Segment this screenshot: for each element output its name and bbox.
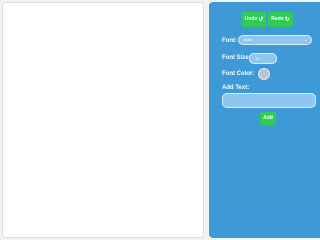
font-label: Font: bbox=[222, 38, 237, 44]
font-color-label: Font Color: bbox=[222, 71, 255, 77]
redo-icon: ↻ bbox=[284, 16, 290, 23]
font-size-label: Font Size: bbox=[222, 55, 251, 61]
redo-button[interactable]: Redo ↻ bbox=[268, 12, 293, 27]
redo-label: Redo bbox=[271, 16, 284, 22]
add-button[interactable]: Add bbox=[260, 112, 276, 125]
drawing-canvas[interactable] bbox=[2, 2, 204, 238]
font-size-value: 16 bbox=[255, 56, 260, 61]
undo-button[interactable]: Undo ↺ bbox=[242, 12, 266, 27]
add-text-label: Add Text: bbox=[222, 85, 250, 91]
chevron-down-icon: ⌄ bbox=[303, 37, 308, 43]
undo-icon: ↺ bbox=[258, 16, 264, 23]
font-color-picker[interactable] bbox=[258, 68, 270, 80]
add-text-input[interactable] bbox=[222, 93, 316, 108]
text-editor-app: Undo ↺ Redo ↻ Font: Arial ⌄ Font Size: 1… bbox=[0, 0, 320, 240]
font-size-input[interactable]: 16 bbox=[249, 53, 277, 64]
font-select[interactable]: Arial ⌄ bbox=[238, 35, 312, 45]
controls-panel: Undo ↺ Redo ↻ Font: Arial ⌄ Font Size: 1… bbox=[209, 2, 320, 238]
font-select-value: Arial bbox=[244, 37, 253, 42]
undo-label: Undo bbox=[244, 16, 258, 22]
